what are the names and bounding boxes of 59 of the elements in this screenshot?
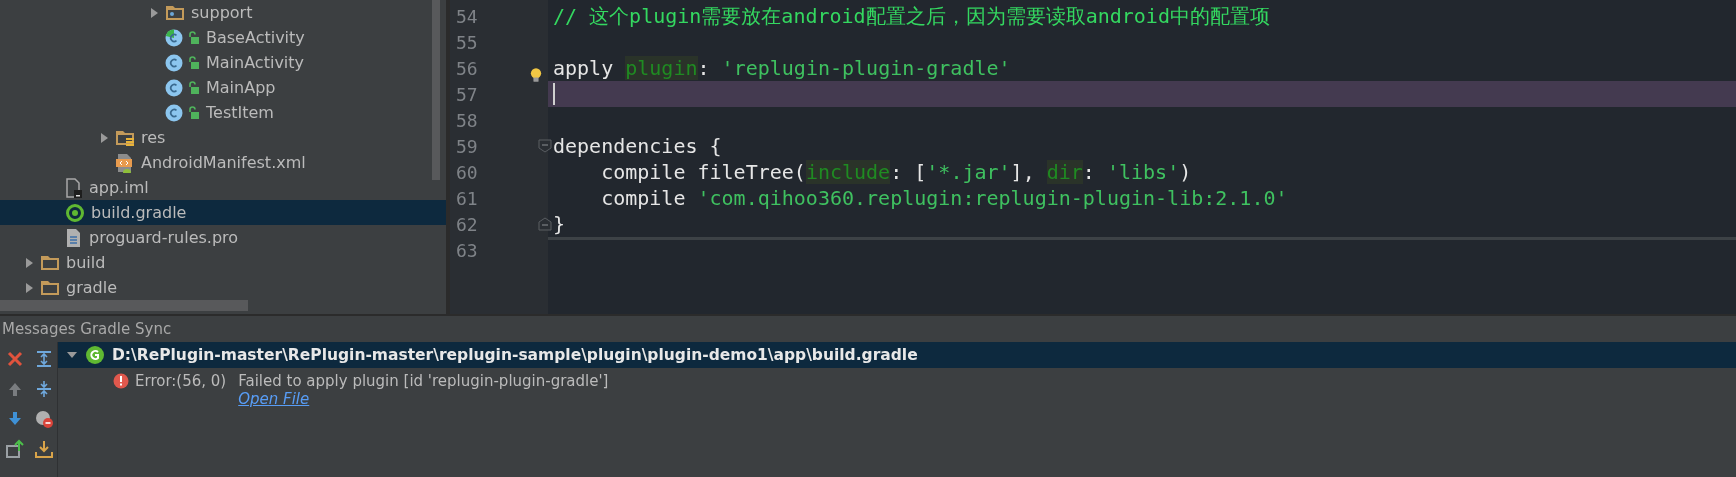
tree-item[interactable]: AndroidManifest.xml xyxy=(0,150,450,175)
line-number: 56 xyxy=(456,57,478,79)
scrollbar-thumb[interactable] xyxy=(432,0,440,180)
line-number: 54 xyxy=(456,5,478,27)
message-file-row[interactable]: D:\RePlugin-master\RePlugin-master\replugin-sample\plugin\plugin-demo1\app\build.gradle xyxy=(58,342,1736,368)
gradle-file-icon xyxy=(65,202,85,223)
fold-marker-icon[interactable] xyxy=(538,139,552,153)
class-icon xyxy=(165,78,183,97)
line-number: 63 xyxy=(456,239,478,261)
download-icon[interactable] xyxy=(33,439,54,459)
resource-folder-icon xyxy=(115,128,135,147)
gradle-badge-icon xyxy=(85,345,105,365)
package-folder-icon xyxy=(165,3,185,22)
module-file-icon xyxy=(65,177,83,198)
line-number: 60 xyxy=(456,161,478,183)
tree-item[interactable]: build xyxy=(0,250,450,275)
line-number: 58 xyxy=(456,109,478,131)
error-icon xyxy=(113,373,129,389)
unlocked-padlock-icon xyxy=(188,80,200,95)
code-line: compile 'com.qihoo360.replugin:replugin-plugin-lib:2.1.0' xyxy=(600,186,1288,210)
class-icon xyxy=(165,28,183,47)
code-line: apply plugin: 'replugin-plugin-gradle' xyxy=(553,56,1011,80)
open-file-link[interactable]: Open File xyxy=(238,390,609,408)
scrollbar-thumb[interactable] xyxy=(0,300,248,311)
export-icon[interactable] xyxy=(4,439,25,459)
code-line: } xyxy=(553,212,566,236)
manifest-file-icon xyxy=(115,152,135,173)
error-message: Failed to apply plugin [id 'replugin-plugin-gradle'] xyxy=(238,372,609,390)
folder-icon xyxy=(40,278,60,297)
panel-title: Messages Gradle Sync xyxy=(2,319,173,340)
line-number: 62 xyxy=(456,213,478,235)
unlocked-padlock-icon xyxy=(188,55,200,70)
folder-icon xyxy=(40,253,60,272)
unlocked-padlock-icon xyxy=(188,105,200,120)
tree-item[interactable]: TestItem xyxy=(0,100,450,125)
tree-item[interactable]: MainActivity xyxy=(0,50,450,75)
tree-item[interactable]: BaseActivity xyxy=(0,25,450,50)
lightbulb-icon[interactable] xyxy=(530,67,542,83)
code-line: dependencies { xyxy=(553,134,722,158)
text-caret xyxy=(553,83,555,105)
tree-item[interactable]: MainApp xyxy=(0,75,450,100)
line-number: 57 xyxy=(456,83,478,105)
class-icon xyxy=(165,103,183,122)
code-line: compile fileTree(include: ['*.jar'], dir: 'libs') xyxy=(600,160,1192,184)
text-file-icon xyxy=(65,227,83,248)
tree-item[interactable]: app.iml xyxy=(0,175,450,200)
tree-item[interactable]: res xyxy=(0,125,450,150)
class-icon xyxy=(165,53,183,72)
line-number: 59 xyxy=(456,135,478,157)
warning-filter-icon[interactable] xyxy=(33,409,54,429)
tree-item[interactable]: gradle xyxy=(0,275,450,300)
unlocked-padlock-icon xyxy=(188,30,200,45)
line-number: 55 xyxy=(456,31,478,53)
error-location[interactable]: Error:(56, 0) xyxy=(135,372,227,390)
line-number: 61 xyxy=(456,187,478,209)
fold-marker-icon[interactable] xyxy=(538,217,552,231)
tree-item[interactable]: proguard-rules.pro xyxy=(0,225,450,250)
code-line: // 这个plugin需要放在android配置之后，因为需要读取android中的配置项 xyxy=(553,2,1270,30)
tree-item[interactable]: support xyxy=(0,0,450,25)
